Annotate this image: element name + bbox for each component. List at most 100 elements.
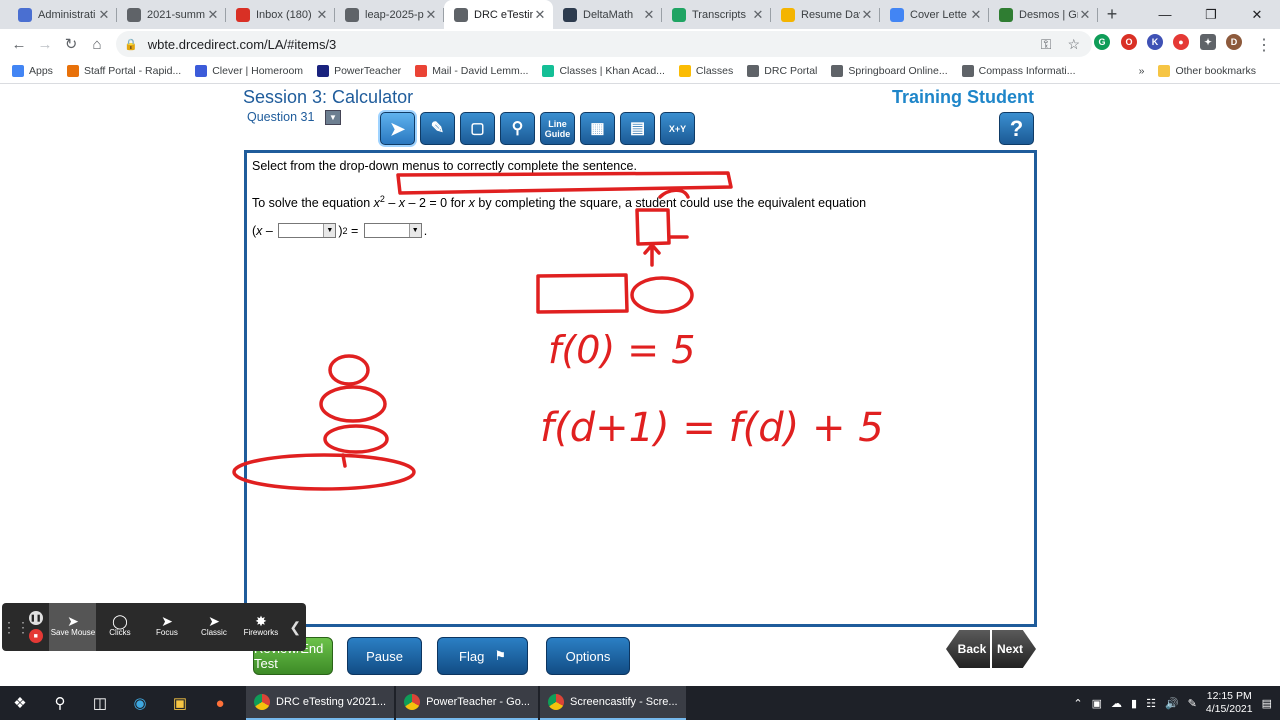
new-tab-button[interactable]: + xyxy=(1098,0,1126,29)
close-tab-icon[interactable]: ✕ xyxy=(1078,7,1092,23)
close-tab-icon[interactable]: ✕ xyxy=(315,7,329,23)
edge-icon[interactable]: ◉ xyxy=(120,686,160,720)
close-window-button[interactable]: ✕ xyxy=(1234,0,1280,29)
pause-button[interactable]: Pause xyxy=(347,637,422,675)
puzzle-icon[interactable]: ✦ xyxy=(1200,34,1216,50)
screencastify-mode-button[interactable]: ◯ Clicks xyxy=(96,603,143,651)
profile-avatar[interactable]: D xyxy=(1226,34,1242,50)
question-select-dropdown[interactable]: ▼ xyxy=(325,110,341,125)
graph-tool[interactable]: ▤ xyxy=(620,112,655,145)
windows-start-icon[interactable]: ❖ xyxy=(0,686,40,720)
browser-tab[interactable]: Resume Dav ✕ xyxy=(771,0,880,29)
bookmark-item[interactable]: Mail - David Lemm... xyxy=(415,65,528,77)
slides-icon xyxy=(781,7,795,22)
screencastify-mode-button[interactable]: ➤ Save Mouse xyxy=(49,603,97,651)
bookmark-star-icon[interactable]: ☆ xyxy=(1067,36,1080,53)
close-tab-icon[interactable]: ✕ xyxy=(206,7,220,23)
address-bar[interactable]: 🔒 wbte.drcedirect.com/LA/#items/3 ⚿ ☆ xyxy=(116,31,1092,57)
bookmark-label: Staff Portal - Rapid... xyxy=(83,65,182,77)
volume-icon[interactable]: 🔊 xyxy=(1165,697,1179,710)
bookmark-item[interactable]: Compass Informati... xyxy=(961,65,1076,77)
eq-equals: = xyxy=(347,223,362,238)
next-button[interactable]: Next xyxy=(992,630,1036,668)
kami-extension-icon[interactable]: K xyxy=(1147,34,1163,50)
forward-nav-icon[interactable]: → xyxy=(32,36,58,53)
screencastify-mode-button[interactable]: ➤ Focus xyxy=(143,603,190,651)
taskbar-window[interactable]: Screencastify - Scre... xyxy=(540,686,686,720)
close-tab-icon[interactable]: ✕ xyxy=(751,7,765,23)
reload-icon[interactable]: ↻ xyxy=(58,35,84,53)
other-bookmarks[interactable]: Other bookmarks xyxy=(1158,65,1256,77)
screencastify-mode-button[interactable]: ➤ Classic xyxy=(190,603,237,651)
browser-tab[interactable]: Cover Lette ✕ xyxy=(880,0,989,29)
key-icon[interactable]: ⚿ xyxy=(1041,36,1052,53)
bookmark-item[interactable]: Staff Portal - Rapid... xyxy=(66,65,182,77)
bookmark-item[interactable]: Classes xyxy=(678,65,733,77)
browser-tab[interactable]: DeltaMath ✕ xyxy=(553,0,662,29)
flag-button[interactable]: Flag ⚑ xyxy=(437,637,528,675)
browser-tab[interactable]: Transcripts ✕ xyxy=(662,0,771,29)
question-label: Question 31 xyxy=(247,110,315,124)
browser-tab[interactable]: Administrati ✕ xyxy=(8,0,117,29)
bookmark-item[interactable]: DRC Portal xyxy=(747,65,817,77)
task-view-icon[interactable]: ◫ xyxy=(80,686,120,720)
bookmark-item[interactable]: Classes | Khan Acad... xyxy=(542,65,665,77)
help-button[interactable]: ? xyxy=(999,112,1034,145)
stop-recording-icon[interactable]: ■ xyxy=(28,629,43,643)
taskbar-window[interactable]: PowerTeacher - Go... xyxy=(396,686,538,720)
formula-tool[interactable]: X+Y xyxy=(660,112,695,145)
tray-chevron-icon[interactable]: ⌃ xyxy=(1073,697,1082,710)
back-button[interactable]: Back xyxy=(946,630,990,668)
bookmark-item[interactable]: Clever | Homeroom xyxy=(195,65,303,77)
bookmark-item[interactable]: Springboard Online... xyxy=(831,65,948,77)
close-tab-icon[interactable]: ✕ xyxy=(642,7,656,23)
onedrive-icon[interactable]: ☁ xyxy=(1111,697,1122,710)
grammarly-extension-icon[interactable]: G xyxy=(1094,34,1110,50)
pen-icon[interactable]: ✎ xyxy=(1188,697,1197,710)
notifications-icon[interactable]: ▤ xyxy=(1262,697,1272,710)
search-icon[interactable]: ⚲ xyxy=(40,686,80,720)
clock[interactable]: 12:15 PM 4/15/2021 xyxy=(1206,690,1253,716)
back-nav-icon[interactable]: ← xyxy=(6,36,32,53)
pointer-tool[interactable]: ➤ xyxy=(380,112,415,145)
minimize-button[interactable]: — xyxy=(1142,0,1188,29)
options-button[interactable]: Options xyxy=(546,637,630,675)
line-guide-tool[interactable]: Line Guide xyxy=(540,112,575,145)
close-tab-icon[interactable]: ✕ xyxy=(969,7,983,23)
browser-tab[interactable]: 2021-summ ✕ xyxy=(117,0,226,29)
browser-tab[interactable]: leap-2025-p ✕ xyxy=(335,0,444,29)
close-tab-icon[interactable]: ✕ xyxy=(533,7,547,23)
file-explorer-icon[interactable]: ▣ xyxy=(160,686,200,720)
home-icon[interactable]: ⌂ xyxy=(84,36,110,53)
extension-icon[interactable]: O xyxy=(1121,34,1137,50)
screencastify-extension-icon[interactable]: ● xyxy=(1173,34,1189,50)
bookmark-item[interactable]: PowerTeacher xyxy=(317,65,401,77)
battery-icon[interactable]: ▮ xyxy=(1131,697,1137,710)
close-tab-icon[interactable]: ✕ xyxy=(860,7,874,23)
bookmarks-overflow[interactable]: » xyxy=(1139,65,1145,77)
calculator-tool[interactable]: ▦ xyxy=(580,112,615,145)
menu-kebab-icon[interactable]: ⋮ xyxy=(1256,35,1272,55)
meet-icon[interactable]: ▣ xyxy=(1092,697,1102,710)
cursor-icon: ➤ xyxy=(208,613,220,629)
eraser-tool[interactable]: ▢ xyxy=(460,112,495,145)
network-icon[interactable]: ☷ xyxy=(1146,697,1156,710)
bookmark-item[interactable]: Apps xyxy=(12,65,53,77)
pause-recording-icon[interactable]: ❚❚ xyxy=(28,611,43,625)
maximize-button[interactable]: ❐ xyxy=(1188,0,1234,29)
answer-dropdown-1[interactable]: ▼ xyxy=(278,223,337,238)
browser-tab[interactable]: Desmos | Gr ✕ xyxy=(989,0,1098,29)
screencastify-mode-button[interactable]: ✸ Fireworks xyxy=(237,603,284,651)
browser-tab[interactable]: Inbox (180) ✕ xyxy=(226,0,335,29)
firefox-icon[interactable]: ● xyxy=(200,686,240,720)
highlighter-tool[interactable]: ✎ xyxy=(420,112,455,145)
browser-tab[interactable]: DRC eTesting✕ xyxy=(444,0,553,29)
close-tab-icon[interactable]: ✕ xyxy=(97,7,111,23)
magnifier-tool[interactable]: ⚲ xyxy=(500,112,535,145)
drag-handle-icon[interactable]: ⋮⋮ xyxy=(2,619,30,636)
answer-dropdown-2[interactable]: ▼ xyxy=(363,223,422,238)
collapse-chevron-icon[interactable]: ❮ xyxy=(284,619,306,636)
close-tab-icon[interactable]: ✕ xyxy=(424,7,438,23)
clock-time: 12:15 PM xyxy=(1206,690,1252,702)
taskbar-window[interactable]: DRC eTesting v2021... xyxy=(246,686,395,720)
